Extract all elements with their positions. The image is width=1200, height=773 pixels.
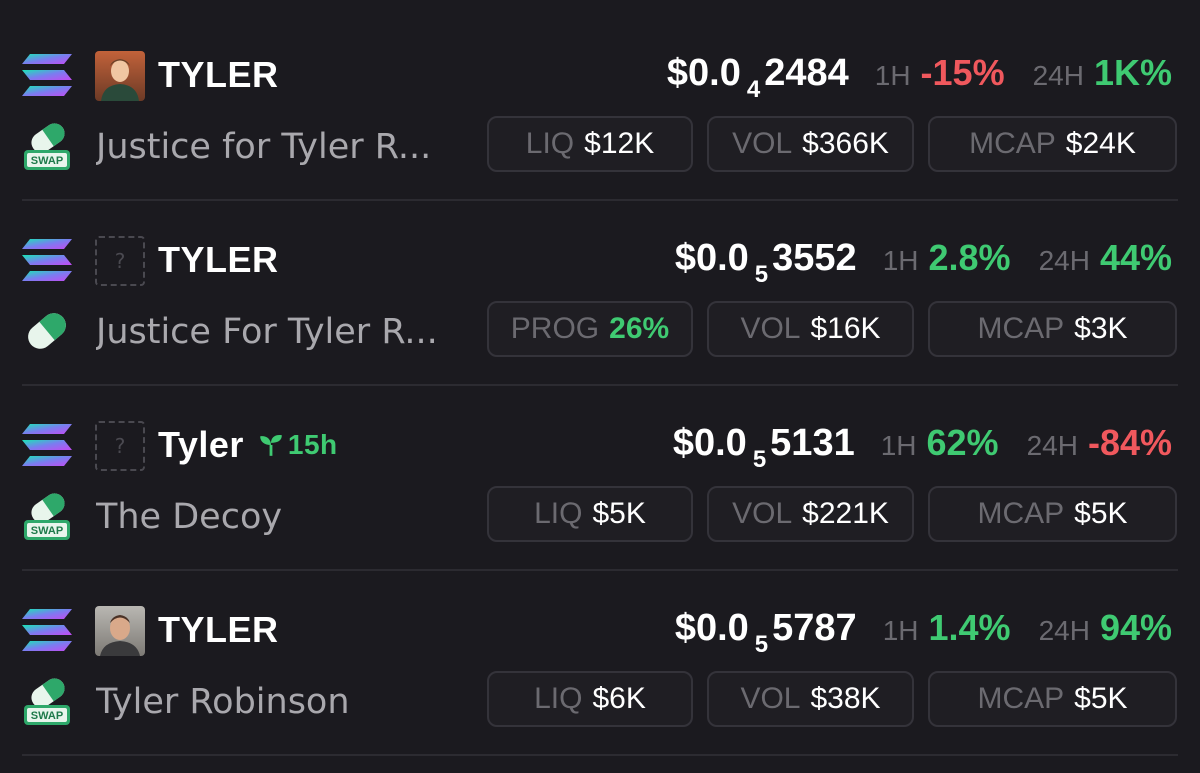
token-name: Justice for Tyler R... [96,127,432,167]
timeframe-24h-label: 24H [1038,245,1090,276]
token-list: SWAP TYLER Justice for Tyler R... $0.0 4 2… [0,0,1200,773]
price-line: $0.0 4 2484 1H -15% 24H 1K% [666,52,1172,103]
token-avatar [95,606,145,656]
svg-text:SWAP: SWAP [31,155,63,167]
pill-icon [28,313,66,349]
volume-stat: VOL $16K [707,301,914,357]
price-zero-count: 5 [754,631,769,658]
timeframe-1h-label: 1H [882,615,919,646]
market-cap-stat: MCAP $5K [928,671,1177,727]
change-1h: -15% [920,52,1005,93]
timeframe-1h-label: 1H [880,430,917,461]
token-row[interactable]: SWAP TYLER Tyler Robinson $0.0 5 5787 1H 1… [0,555,1200,740]
token-price: $0.0 5 5787 [674,607,857,658]
change-24h: 44% [1099,237,1172,278]
change-24h: 94% [1099,607,1172,648]
token-name: The Decoy [96,497,283,537]
token-price: $0.0 4 2484 [666,52,849,103]
swap-pill-icon: SWAP [24,493,70,540]
svg-text:SWAP: SWAP [31,525,63,537]
price-zero-count: 5 [754,261,769,288]
token-age: 15h [258,422,338,468]
price-line: $0.0 5 3552 1H 2.8% 24H 44% [674,237,1172,288]
token-name: Tyler Robinson [96,682,350,722]
market-cap-stat: MCAP $5K [928,486,1177,542]
token-ticker: Tyler 15h [158,422,338,468]
token-avatar-placeholder: ? [95,236,145,286]
timeframe-24h-label: 24H [1038,615,1090,646]
solana-chain-icon [22,424,72,466]
token-avatar [95,51,145,101]
timeframe-24h-label: 24H [1032,60,1084,91]
liquidity-stat: LIQ $12K [487,116,693,172]
price-line: $0.0 5 5131 1H 62% 24H -84% [672,422,1172,473]
svg-text:SWAP: SWAP [31,710,63,722]
token-name: Justice For Tyler R... [96,312,438,352]
timeframe-1h-label: 1H [874,60,911,91]
volume-stat: VOL $221K [707,486,914,542]
token-ticker: TYLER [158,239,279,280]
change-1h: 62% [926,422,999,463]
token-row[interactable]: SWAP TYLER Justice for Tyler R... $0.0 4 2… [0,0,1200,185]
price-line: $0.0 5 5787 1H 1.4% 24H 94% [674,607,1172,658]
token-price: $0.0 5 3552 [674,237,857,288]
row-divider [22,754,1178,756]
price-zero-count: 4 [746,76,761,103]
swap-pill-icon: SWAP [24,678,70,725]
solana-chain-icon [22,609,72,651]
token-avatar-placeholder: ? [95,421,145,471]
change-1h: 1.4% [928,607,1011,648]
volume-stat: VOL $38K [707,671,914,727]
token-row[interactable]: ? TYLER Justice For Tyler R... $0.0 5 3552… [0,185,1200,370]
solana-chain-icon [22,54,72,96]
market-cap-stat: MCAP $24K [928,116,1177,172]
bonding-progress-stat: PROG 26% [487,301,693,357]
token-ticker: TYLER [158,54,279,95]
token-row[interactable]: SWAP ? Tyler 15h The Decoy $0.0 5 5131 1H 6… [0,370,1200,555]
price-zero-count: 5 [752,446,767,473]
change-1h: 2.8% [928,237,1011,278]
swap-pill-icon: SWAP [24,123,70,170]
timeframe-24h-label: 24H [1026,430,1078,461]
token-price: $0.0 5 5131 [672,422,855,473]
sprout-icon [260,435,282,456]
timeframe-1h-label: 1H [882,245,919,276]
solana-chain-icon [22,239,72,281]
change-24h: 1K% [1093,52,1172,93]
liquidity-stat: LIQ $5K [487,486,693,542]
market-cap-stat: MCAP $3K [928,301,1177,357]
change-24h: -84% [1087,422,1172,463]
volume-stat: VOL $366K [707,116,914,172]
token-ticker: TYLER [158,609,279,650]
liquidity-stat: LIQ $6K [487,671,693,727]
